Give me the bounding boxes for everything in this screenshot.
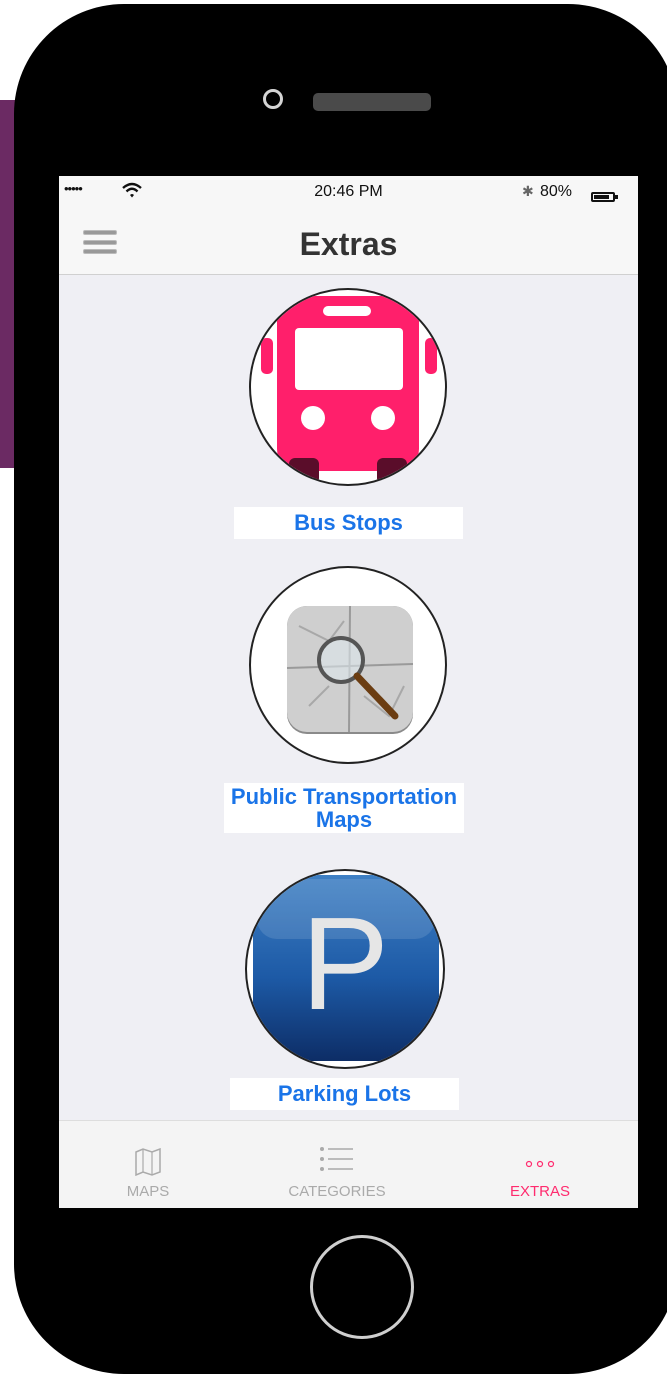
front-camera (263, 89, 283, 109)
more-dots-icon (525, 1160, 555, 1168)
bus-stops-thumbnail (249, 288, 447, 486)
map-magnifier-icon (286, 605, 414, 734)
parking-lots-item[interactable]: P Parking Lots (59, 869, 638, 1114)
tab-extras-label: EXTRAS (509, 1183, 570, 1200)
tab-categories-label: CATEGORIES (288, 1183, 386, 1200)
tab-extras[interactable]: EXTRAS (495, 1121, 585, 1208)
battery-icon (591, 192, 618, 202)
transportation-maps-label: Public Transportation Maps (224, 783, 464, 833)
map-icon (135, 1148, 161, 1176)
tab-bar: MAPS CATEGORIES EXTRAS (59, 1120, 638, 1208)
bus-stops-label: Bus Stops (234, 507, 463, 539)
home-button[interactable] (310, 1235, 414, 1339)
tab-maps[interactable]: MAPS (103, 1121, 193, 1208)
bus-stops-item[interactable]: Bus Stops (59, 288, 638, 543)
navigation-bar: Extras (59, 210, 638, 275)
tab-maps-label: MAPS (126, 1183, 170, 1200)
bus-icon (261, 296, 437, 484)
public-transportation-maps-item[interactable]: Public Transportation Maps (59, 566, 638, 836)
phone-screen: ••••• 20:46 PM ✱ 80% Extras Bus Stops Pu… (59, 176, 638, 1208)
bluetooth-icon: ✱ (522, 183, 534, 199)
parking-lots-thumbnail: P (245, 869, 445, 1069)
transportation-maps-thumbnail (249, 566, 447, 764)
list-icon (320, 1147, 353, 1171)
earpiece-speaker (313, 93, 431, 111)
parking-lots-label: Parking Lots (230, 1078, 459, 1110)
battery-percent: 80% (540, 183, 573, 200)
tab-categories[interactable]: CATEGORIES (277, 1121, 397, 1208)
transportation-maps-label-line1: Public Transportation (230, 784, 458, 809)
status-bar: ••••• 20:46 PM ✱ 80% (59, 176, 638, 210)
page-title: Extras (299, 226, 398, 262)
transportation-maps-label-line2: Maps (315, 807, 373, 832)
parking-glyph: P (300, 890, 390, 1037)
